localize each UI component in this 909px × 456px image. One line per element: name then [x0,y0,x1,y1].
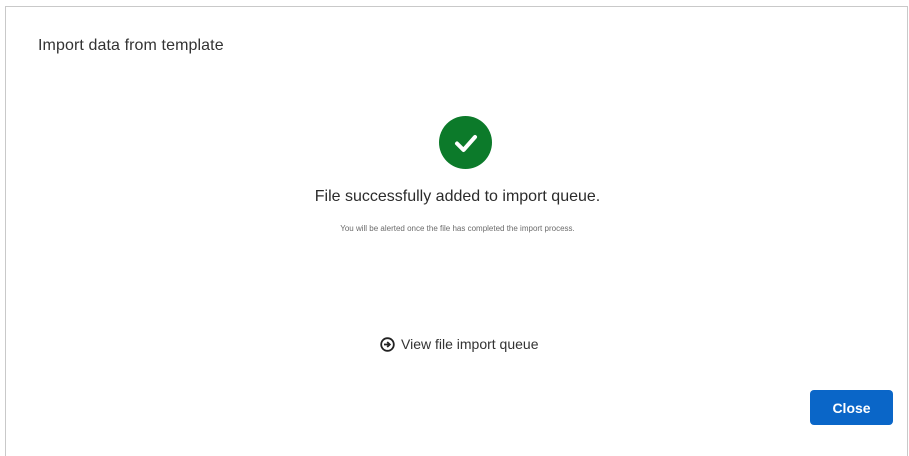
check-circle-icon [439,116,492,169]
import-dialog: Import data from template File successfu… [5,6,908,456]
success-subtext: You will be alerted once the file has co… [340,224,575,233]
close-button[interactable]: Close [810,390,893,425]
arrow-circle-right-icon [380,336,395,352]
success-headline: File successfully added to import queue. [314,188,601,205]
dialog-title: Import data from template [38,37,224,54]
view-import-queue-label: View file import queue [401,336,539,352]
view-import-queue-link[interactable]: View file import queue [380,336,538,352]
